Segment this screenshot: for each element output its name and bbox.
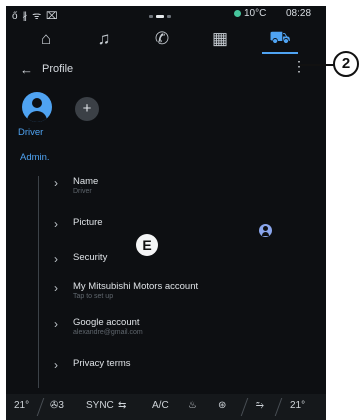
status-bar: ő ∦ ᯤ ⌧ 10°C 08:28 [6, 6, 326, 22]
avatar-body [27, 111, 47, 122]
setting-title: Security [73, 252, 108, 263]
car-icon: ⛟ [269, 28, 291, 47]
top-tab-bar: ⌂ ♫ ✆ ▦ ⛟ [6, 22, 326, 54]
defrost-icon[interactable]: ⥲ [256, 400, 264, 411]
setting-picture[interactable]: › Picture [46, 217, 316, 249]
setting-google-account[interactable]: › Google account alexandre@gmail.com [46, 317, 316, 349]
seat-heat-icon[interactable]: ♨ [188, 400, 197, 411]
sync-button[interactable]: SYNC [86, 400, 114, 411]
setting-title: Name [73, 176, 99, 187]
setting-name[interactable]: › Name Driver [46, 176, 316, 208]
infotainment-screen: ő ∦ ᯤ ⌧ 10°C 08:28 ⌂ ♫ ✆ ▦ ⛟ ← Profile ⋮… [6, 6, 326, 420]
tab-home[interactable]: ⌂ [26, 26, 66, 52]
setting-title: My Mitsubishi Motors account [73, 281, 199, 292]
setting-title: Privacy terms [73, 358, 131, 369]
divider [36, 398, 45, 416]
profile-picture-icon [259, 224, 272, 237]
fan-speed[interactable]: ✇3 [50, 400, 64, 411]
list-divider [38, 176, 39, 388]
driver-label: Driver [18, 127, 44, 138]
callout-leader-line [300, 64, 334, 66]
avatar-head [32, 98, 42, 108]
status-dot-icon [234, 10, 241, 17]
clock: 08:28 [286, 8, 312, 19]
right-temperature[interactable]: 21° [290, 400, 305, 411]
divider [274, 398, 283, 416]
tab-apps[interactable]: ▦ [200, 26, 240, 52]
apps-grid-icon: ▦ [211, 29, 229, 48]
admin-label: Admin. [20, 152, 50, 163]
climate-bar: 21° ✇3 SYNC ⇆ A/C ♨ ⊛ ⥲ 21° [6, 394, 326, 420]
recirculation-icon[interactable]: ⇆ [118, 400, 126, 411]
tab-car[interactable]: ⛟ [260, 26, 300, 54]
setting-security[interactable]: › Security [46, 252, 316, 284]
chevron-right-icon: › [54, 317, 58, 331]
add-profile-button[interactable]: + [75, 97, 99, 121]
chevron-right-icon: › [54, 217, 58, 231]
setting-privacy-terms[interactable]: › Privacy terms [46, 358, 316, 390]
phone-icon: ✆ [154, 29, 170, 48]
tab-phone[interactable]: ✆ [142, 26, 182, 52]
setting-title: Google account [73, 317, 140, 328]
setting-subtitle: Tap to set up [73, 293, 114, 300]
chevron-right-icon: › [54, 176, 58, 190]
profile-header: ← Profile ⋮ [6, 56, 326, 84]
ac-button[interactable]: A/C [152, 400, 169, 411]
left-temperature[interactable]: 21° [14, 400, 29, 411]
callout-2: 2 [333, 51, 359, 77]
chevron-right-icon: › [54, 281, 58, 295]
more-options-icon[interactable]: ⋮ [292, 59, 306, 73]
home-icon: ⌂ [40, 29, 52, 48]
chevron-right-icon: › [54, 252, 58, 266]
page-indicator [149, 10, 174, 21]
outside-temperature: 10°C [234, 8, 266, 19]
setting-subtitle: alexandre@gmail.com [73, 329, 143, 336]
setting-subtitle: Driver [73, 188, 92, 195]
tab-music[interactable]: ♫ [84, 26, 124, 52]
driver-avatar[interactable] [22, 92, 52, 122]
annotation-marker-e: E [136, 234, 158, 256]
back-arrow-icon[interactable]: ← [20, 62, 33, 77]
setting-title: Picture [73, 217, 103, 228]
page-title: Profile [42, 63, 74, 75]
chevron-right-icon: › [54, 358, 58, 372]
music-icon: ♫ [97, 29, 111, 48]
status-icons: ő ∦ ᯤ ⌧ [12, 11, 59, 22]
divider [240, 398, 249, 416]
setting-mitsubishi-account[interactable]: › My Mitsubishi Motors account Tap to se… [46, 281, 316, 313]
steering-heat-icon[interactable]: ⊛ [218, 400, 226, 411]
